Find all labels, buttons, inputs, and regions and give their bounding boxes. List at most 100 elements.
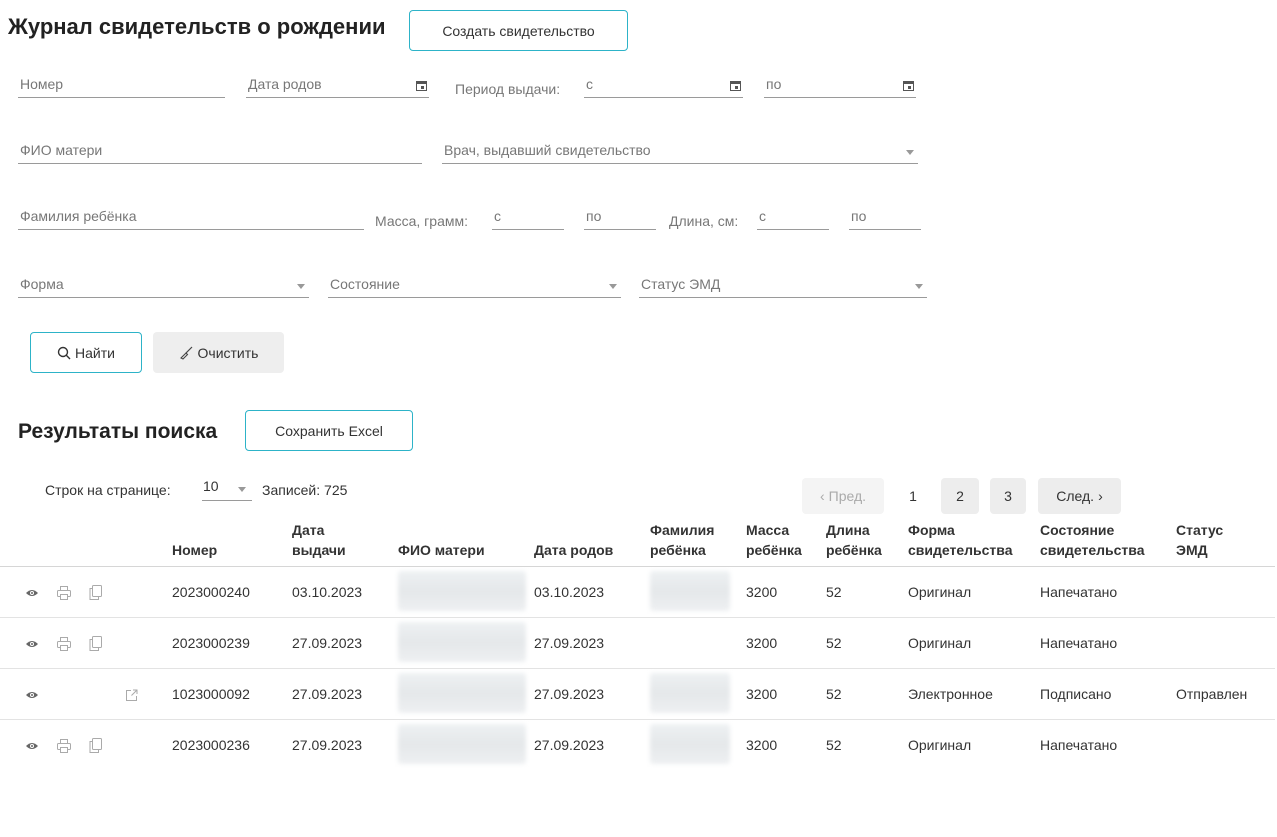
child-surname-placeholder: Фамилия ребёнка	[20, 208, 137, 224]
cell-emd: Отправлен	[1172, 668, 1275, 720]
mass-header-label: Масса ребёнка	[746, 522, 802, 558]
cell-mother	[394, 720, 530, 771]
search-button[interactable]: Найти	[30, 332, 142, 373]
page-2-button[interactable]: 2	[941, 478, 979, 514]
row-actions	[0, 566, 168, 618]
calendar-icon[interactable]	[903, 80, 914, 91]
doctor-select[interactable]: Врач, выдавший свидетельство	[442, 140, 918, 164]
printer-icon[interactable]	[56, 636, 71, 651]
create-certificate-button[interactable]: Создать свидетельство	[409, 10, 628, 51]
state-header-label: Состояние свидетельства	[1040, 522, 1145, 558]
number-placeholder: Номер	[20, 76, 64, 92]
cell-state: Напечатано	[1036, 617, 1172, 669]
chevron-down-icon[interactable]	[915, 284, 923, 289]
state-select[interactable]: Состояние	[328, 274, 621, 298]
prev-page-button[interactable]: ‹ Пред.	[802, 478, 884, 514]
cell-issue-date: 27.09.2023	[288, 668, 394, 720]
next-page-label: След.	[1056, 488, 1095, 504]
search-icon	[57, 346, 71, 359]
state-header: Состояние свидетельства	[1036, 520, 1172, 567]
number-input[interactable]: Номер	[18, 74, 225, 98]
mother-name-input[interactable]: ФИО матери	[18, 140, 422, 164]
cell-mother	[394, 617, 530, 669]
cell-number: 2023000236	[172, 737, 250, 753]
mother-header: ФИО матери	[394, 520, 530, 567]
length-to-input[interactable]: по	[849, 206, 921, 230]
mass-label: Масса, грамм:	[375, 213, 468, 229]
number-header: Номер	[168, 520, 288, 567]
copy-icon[interactable]	[89, 636, 102, 652]
rows-per-page-label: Строк на странице:	[45, 482, 171, 498]
actions-header	[0, 520, 168, 567]
chevron-down-icon[interactable]	[297, 284, 305, 289]
calendar-icon[interactable]	[730, 80, 741, 91]
calendar-icon[interactable]	[416, 80, 427, 91]
broom-icon	[179, 346, 192, 360]
issue-period-label: Период выдачи:	[455, 81, 561, 97]
cell-emd	[1172, 617, 1275, 669]
issue-date-from-placeholder: с	[586, 76, 593, 92]
chevron-down-icon[interactable]	[238, 487, 246, 492]
cell-child-surname	[646, 566, 742, 618]
length-from-placeholder: с	[759, 208, 766, 224]
external-link-icon[interactable]	[125, 689, 138, 702]
birth-date-input[interactable]: Дата родов	[246, 74, 429, 98]
eye-icon[interactable]	[25, 639, 39, 649]
child-surname-header: Фамилия ребёнка	[646, 520, 742, 567]
page-title: Журнал свидетельств о рождении	[8, 14, 386, 39]
emd-header-label: Статус ЭМД	[1176, 522, 1224, 558]
cell-emd	[1172, 720, 1275, 771]
chevron-down-icon[interactable]	[609, 284, 617, 289]
rows-per-page-select[interactable]: 10	[202, 477, 252, 501]
issue-date-header-label: Дата выдачи	[292, 522, 346, 558]
mother-name-placeholder: ФИО матери	[20, 142, 103, 158]
table-row: 2023000239 27.09.2023 27.09.2023 3200 52…	[0, 617, 1275, 669]
save-excel-button[interactable]: Сохранить Excel	[245, 410, 413, 451]
form-select[interactable]: Форма	[18, 274, 309, 298]
cell-form: Электронное	[904, 668, 1036, 720]
cell-number: 1023000092	[168, 668, 288, 720]
birth-date-header: Дата родов	[530, 520, 646, 567]
redacted-mother-name	[398, 621, 526, 662]
row-actions	[0, 617, 168, 669]
issue-date-to-placeholder: по	[766, 76, 782, 92]
printer-icon[interactable]	[56, 585, 71, 600]
records-value: 725	[324, 482, 348, 498]
printer-icon[interactable]	[56, 738, 71, 753]
page-1-button[interactable]: 1	[895, 478, 931, 514]
emd-status-placeholder: Статус ЭМД	[641, 276, 721, 292]
issue-date-to-input[interactable]: по	[764, 74, 916, 98]
emd-status-select[interactable]: Статус ЭМД	[639, 274, 927, 298]
length-from-input[interactable]: с	[757, 206, 829, 230]
cell-form: Оригинал	[904, 617, 1036, 669]
child-surname-input[interactable]: Фамилия ребёнка	[18, 206, 364, 230]
eye-icon[interactable]	[25, 588, 39, 598]
clear-button[interactable]: Очистить	[153, 332, 284, 373]
mass-to-input[interactable]: по	[584, 206, 656, 230]
cell-mass: 3200	[746, 737, 778, 753]
chevron-down-icon[interactable]	[906, 150, 914, 155]
form-placeholder: Форма	[20, 276, 64, 292]
mass-to-placeholder: по	[586, 208, 602, 224]
cell-mass: 3200	[742, 668, 822, 720]
redacted-mother-name	[398, 672, 526, 713]
copy-icon[interactable]	[89, 738, 102, 754]
cell-birth-date: 27.09.2023	[534, 737, 605, 753]
cell-state: Напечатано	[1036, 566, 1172, 618]
cell-number: 2023000240	[168, 566, 288, 618]
next-page-button[interactable]: След. ›	[1038, 478, 1121, 514]
emd-header: Статус ЭМД	[1172, 520, 1275, 567]
table-row: 2023000240 03.10.2023 03.10.2023 3200 52…	[0, 566, 1275, 618]
eye-icon[interactable]	[25, 741, 39, 751]
page-3-button[interactable]: 3	[990, 478, 1026, 514]
issue-date-from-input[interactable]: с	[584, 74, 743, 98]
cell-form: Оригинал	[904, 566, 1036, 618]
eye-icon[interactable]	[25, 690, 39, 700]
redacted-child-surname	[650, 672, 730, 713]
chevron-right-icon: ›	[1098, 488, 1103, 504]
results-table: Номер Дата выдачи ФИО матери Дата родов …	[0, 520, 1275, 770]
copy-icon[interactable]	[89, 585, 102, 601]
length-header-label: Длина ребёнка	[826, 522, 882, 558]
mass-from-input[interactable]: с	[492, 206, 564, 230]
cell-issue-date: 27.09.2023	[292, 737, 363, 753]
